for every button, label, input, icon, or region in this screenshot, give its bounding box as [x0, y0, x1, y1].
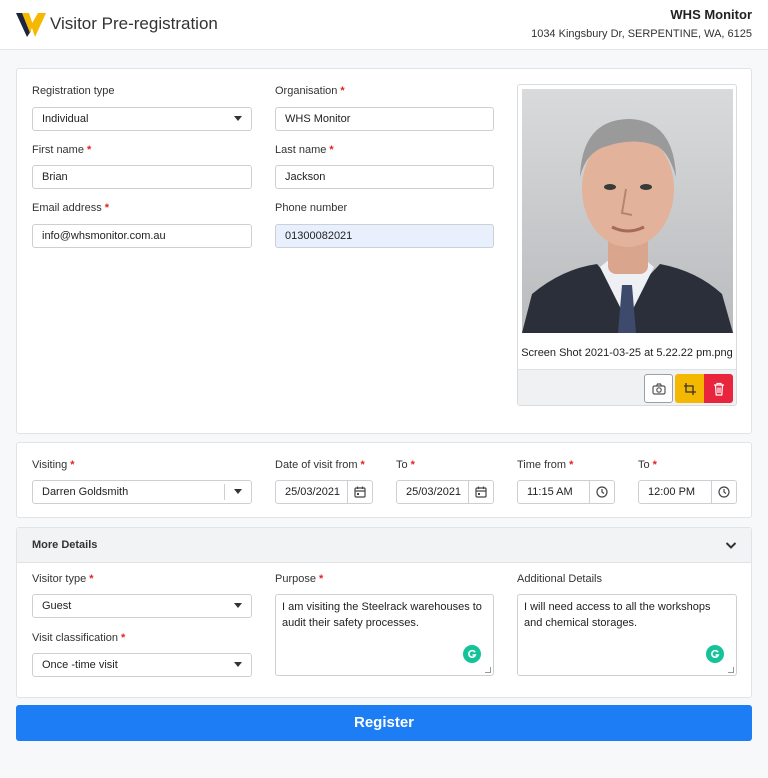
- photo-filename: Screen Shot 2021-03-25 at 5.22.22 pm.png: [521, 347, 733, 359]
- visitor-type-select[interactable]: Guest: [32, 594, 252, 618]
- organisation-input[interactable]: WHS Monitor: [275, 107, 494, 131]
- grammarly-icon[interactable]: [463, 645, 481, 663]
- time-to-clock-button[interactable]: [711, 481, 736, 503]
- visit-classification-select[interactable]: Once -time visit: [32, 653, 252, 677]
- clock-icon: [596, 486, 608, 498]
- caret-down-icon: [234, 489, 242, 494]
- crop-icon: [683, 382, 696, 395]
- caret-down-icon: [234, 116, 242, 121]
- visitor-photo: [522, 89, 733, 333]
- visitor-type-label: Visitor type *: [32, 573, 94, 585]
- additional-details-label: Additional Details: [517, 573, 602, 585]
- page-title: Visitor Pre-registration: [50, 14, 218, 33]
- resize-handle[interactable]: [485, 667, 491, 673]
- email-input[interactable]: info@whsmonitor.com.au: [32, 224, 252, 248]
- app-logo: [16, 13, 46, 37]
- registration-type-select[interactable]: Individual: [32, 107, 252, 131]
- clock-icon: [718, 486, 730, 498]
- date-to-calendar-button[interactable]: [468, 481, 493, 503]
- caret-down-icon: [234, 662, 242, 667]
- calendar-icon: [354, 486, 366, 498]
- date-from-input[interactable]: 25/03/2021: [275, 480, 373, 504]
- photo-toolbar: [518, 369, 736, 405]
- time-to-input[interactable]: 12:00 PM: [638, 480, 737, 504]
- more-details-toggle[interactable]: More Details: [17, 528, 751, 563]
- visitor-details-card: Registration type Individual Organisatio…: [16, 68, 752, 434]
- organisation-address: 1034 Kingsbury Dr, SERPENTINE, WA, 6125: [531, 28, 752, 40]
- time-from-clock-button[interactable]: [589, 481, 614, 503]
- camera-button[interactable]: [644, 374, 673, 403]
- calendar-icon: [475, 486, 487, 498]
- visit-details-card: Visiting * Darren Goldsmith Date of visit…: [16, 442, 752, 518]
- app-header: Visitor Pre-registration WHS Monitor 103…: [0, 0, 768, 50]
- visiting-label: Visiting *: [32, 459, 75, 471]
- time-to-label: To *: [638, 459, 657, 471]
- register-button[interactable]: Register: [16, 705, 752, 741]
- additional-details-textarea[interactable]: I will need access to all the workshops …: [517, 594, 737, 676]
- more-details-card: More Details Visitor type * Guest Visit c…: [16, 527, 752, 698]
- last-name-input[interactable]: Jackson: [275, 165, 494, 189]
- registration-type-label: Registration type: [32, 85, 115, 97]
- phone-label: Phone number: [275, 202, 348, 214]
- visiting-select[interactable]: Darren Goldsmith: [32, 480, 252, 504]
- caret-down-icon: [234, 603, 242, 608]
- organisation-name: WHS Monitor: [670, 7, 752, 22]
- trash-icon: [713, 382, 724, 396]
- time-from-label: Time from *: [517, 459, 574, 471]
- time-from-input[interactable]: 11:15 AM: [517, 480, 615, 504]
- resize-handle[interactable]: [728, 667, 734, 673]
- chevron-down-icon: [725, 542, 737, 549]
- first-name-input[interactable]: Brian: [32, 165, 252, 189]
- email-label: Email address *: [32, 202, 109, 214]
- visit-classification-label: Visit classification *: [32, 632, 126, 644]
- organisation-label: Organisation *: [275, 85, 345, 97]
- crop-button[interactable]: [675, 374, 704, 403]
- purpose-label: Purpose *: [275, 573, 324, 585]
- delete-photo-button[interactable]: [704, 374, 733, 403]
- purpose-textarea[interactable]: I am visiting the Steelrack warehouses t…: [275, 594, 494, 676]
- camera-icon: [651, 382, 666, 395]
- grammarly-icon[interactable]: [706, 645, 724, 663]
- date-to-input[interactable]: 25/03/2021: [396, 480, 494, 504]
- phone-input[interactable]: 01300082021: [275, 224, 494, 248]
- date-from-label: Date of visit from *: [275, 459, 365, 471]
- more-details-title: More Details: [32, 539, 98, 551]
- first-name-label: First name *: [32, 144, 92, 156]
- last-name-label: Last name *: [275, 144, 334, 156]
- date-to-label: To *: [396, 459, 415, 471]
- photo-card: Screen Shot 2021-03-25 at 5.22.22 pm.png: [517, 84, 737, 406]
- date-from-calendar-button[interactable]: [347, 481, 372, 503]
